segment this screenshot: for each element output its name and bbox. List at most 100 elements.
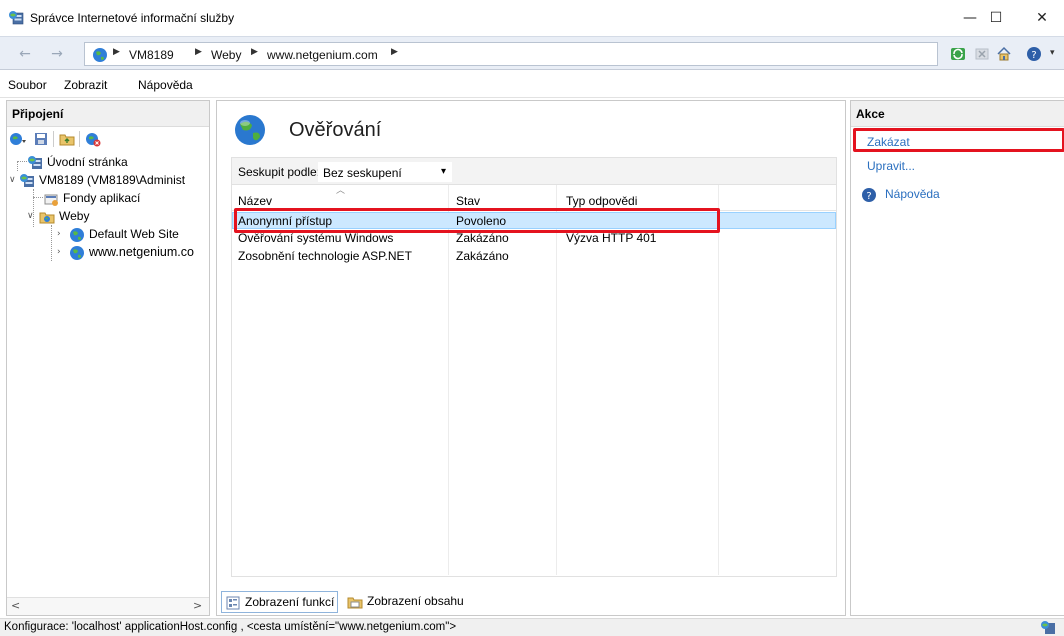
tree-label: Fondy aplikací (63, 191, 141, 205)
tree-label: VM8189 (VM8189\Administ (39, 173, 186, 187)
globe-icon (70, 245, 84, 260)
tree-item-app-pools[interactable]: Fondy aplikací (43, 189, 140, 207)
breadcrumb-separator: ▶ (251, 47, 258, 57)
highlight-annotation (853, 128, 1064, 152)
horizontal-scrollbar[interactable]: < > (7, 597, 209, 615)
chevron-down-icon: ▾ (441, 166, 447, 177)
help-action-link[interactable]: Nápověda (885, 187, 940, 201)
save-icon[interactable] (33, 131, 49, 147)
server-icon (20, 173, 34, 187)
page-title: Ověřování (289, 119, 382, 141)
highlight-annotation (234, 208, 720, 233)
home-icon[interactable] (996, 46, 1012, 62)
status-bar: Konfigurace: 'localhost' applicationHost… (0, 618, 1064, 636)
tree-label: Default Web Site (89, 227, 179, 241)
features-view-icon (226, 596, 240, 610)
authentication-globe-icon (235, 115, 265, 145)
column-header-name[interactable]: Název (238, 194, 272, 208)
globe-icon (93, 48, 107, 62)
help-icon: ? (862, 188, 876, 202)
tree-item-start-page[interactable]: Úvodní stránka (27, 153, 128, 171)
help-dropdown-icon[interactable]: ? (1026, 46, 1042, 62)
breadcrumb-server[interactable]: VM8189 (129, 48, 174, 62)
chevron-right-icon[interactable]: › (57, 225, 61, 243)
chevron-down-icon[interactable]: ▾ (1050, 48, 1055, 58)
feature-panel: Ověřování Seskupit podle: Bez seskupení … (216, 100, 846, 616)
connections-header: Připojení (7, 101, 209, 127)
row-name: Ověřování systému Windows (238, 231, 394, 245)
row-response: Výzva HTTP 401 (566, 231, 657, 245)
close-button[interactable]: ✕ (1022, 6, 1062, 30)
refresh-icon[interactable] (950, 46, 966, 62)
svg-text:?: ? (866, 191, 871, 202)
tree-line (51, 225, 52, 261)
tree-line (33, 197, 43, 198)
chevron-right-icon[interactable]: › (57, 243, 61, 261)
scroll-right-icon[interactable]: > (193, 599, 202, 612)
row-name: Zosobnění technologie ASP.NET (238, 249, 412, 263)
tab-label: Zobrazení obsahu (367, 594, 464, 608)
forward-button[interactable]: → (46, 44, 68, 64)
breadcrumb-separator: ▶ (391, 47, 398, 57)
up-folder-icon[interactable] (59, 131, 75, 147)
tree-label: www.netgenium.co (89, 245, 194, 259)
back-button[interactable]: ← (14, 44, 36, 64)
menu-bar: Soubor Zobrazit Nápověda (0, 70, 1064, 98)
actions-header: Akce (851, 101, 1064, 127)
stop-icon[interactable] (974, 46, 990, 62)
tree-line (17, 161, 18, 171)
app-pools-icon (44, 194, 58, 206)
maximize-button[interactable]: ☐ (976, 6, 1016, 30)
toolbar-divider (79, 131, 80, 147)
tree-item-netgenium-site[interactable]: www.netgenium.co (69, 243, 194, 261)
menu-view[interactable]: Zobrazit (64, 78, 107, 92)
svg-text:?: ? (1031, 50, 1036, 61)
content-view-icon (347, 597, 363, 609)
globe-icon (70, 227, 84, 242)
group-by-bar: Seskupit podle: Bez seskupení ▾ (231, 157, 837, 185)
row-status: Zakázáno (456, 231, 509, 245)
menu-help[interactable]: Nápověda (138, 78, 193, 92)
actions-panel: Akce Zakázat Upravit... ? Nápověda (850, 100, 1064, 616)
connect-icon[interactable] (9, 131, 27, 147)
tab-content-view[interactable]: Zobrazení obsahu (347, 591, 464, 613)
address-bar: ← → ▶ VM8189 ▶ Weby ▶ www.netgenium.com … (0, 36, 1064, 70)
breadcrumb-separator: ▶ (195, 47, 202, 57)
breadcrumb-site[interactable]: www.netgenium.com (267, 48, 378, 62)
row-status: Zakázáno (456, 249, 509, 263)
iis-app-icon (9, 11, 24, 25)
group-by-value: Bez seskupení (323, 166, 402, 180)
start-page-icon (28, 155, 42, 169)
group-by-select[interactable]: Bez seskupení ▾ (318, 162, 452, 182)
sort-ascending-icon: ︿ (336, 186, 346, 196)
edit-action-link[interactable]: Upravit... (867, 159, 915, 173)
tab-label: Zobrazení funkcí (245, 595, 335, 609)
tab-features-view[interactable]: Zobrazení funkcí (221, 591, 339, 613)
window-title: Správce Internetové informační služby (30, 11, 235, 25)
connections-panel: Připojení Úvodní stránka ∨ VM8189 (VM818… (6, 100, 210, 616)
scroll-left-icon[interactable]: < (11, 599, 20, 612)
tree-item-server[interactable]: VM8189 (VM8189\Administ (19, 171, 185, 189)
toolbar-divider (53, 131, 54, 147)
table-row[interactable]: Zosobnění technologie ASP.NET Zakázáno (232, 248, 836, 265)
breadcrumb-sites[interactable]: Weby (211, 48, 241, 62)
chevron-down-icon[interactable]: ∨ (9, 171, 16, 189)
tree-item-default-site[interactable]: Default Web Site (69, 225, 179, 243)
tree-item-sites[interactable]: Weby (39, 207, 89, 225)
group-by-label: Seskupit podle: (238, 165, 321, 179)
disconnect-icon[interactable] (85, 131, 101, 147)
status-text: Konfigurace: 'localhost' applicationHost… (4, 621, 457, 633)
breadcrumb[interactable]: ▶ VM8189 ▶ Weby ▶ www.netgenium.com ▶ (84, 42, 938, 66)
authentication-list: ︿ Název Stav Typ odpovědi Anonymní příst… (231, 185, 837, 577)
title-bar: Správce Internetové informační služby — … (0, 0, 1064, 36)
tree-label: Weby (59, 209, 90, 223)
sites-folder-icon (39, 212, 55, 224)
chevron-down-icon[interactable]: ∨ (27, 207, 34, 225)
column-header-response[interactable]: Typ odpovědi (566, 194, 637, 208)
menu-file[interactable]: Soubor (8, 78, 47, 92)
tree-line (17, 161, 27, 162)
server-status-icon (1041, 621, 1055, 634)
column-header-status[interactable]: Stav (456, 194, 480, 208)
breadcrumb-separator: ▶ (113, 47, 120, 57)
tree-label: Úvodní stránka (47, 155, 128, 169)
